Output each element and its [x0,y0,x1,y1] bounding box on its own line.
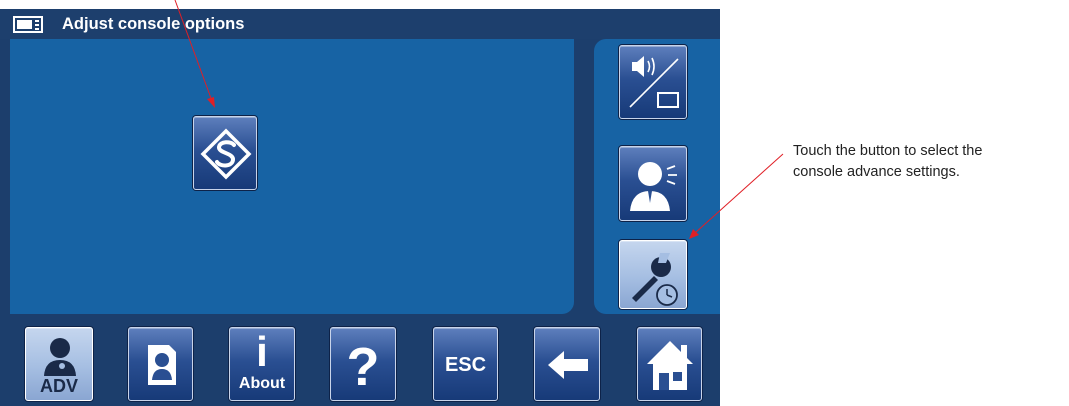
arrow-to-advanced-button [694,153,784,234]
annotation-arrows [174,0,784,239]
arrow-head-service [207,97,215,108]
arrow-to-service-button [174,0,213,102]
